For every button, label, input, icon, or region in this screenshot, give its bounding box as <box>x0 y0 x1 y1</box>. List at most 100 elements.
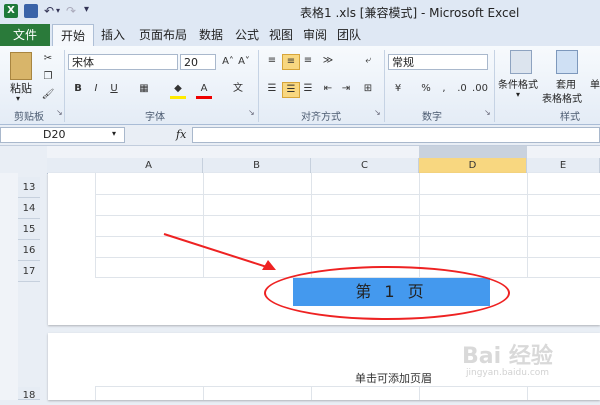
font-group-label: 字体 <box>145 112 165 123</box>
gridline <box>419 173 420 278</box>
column-header-c[interactable]: C <box>311 158 419 173</box>
paste-dropdown-icon[interactable]: ▾ <box>16 94 20 103</box>
divider <box>64 50 65 122</box>
fx-icon[interactable]: fx <box>176 128 186 141</box>
copy-icon[interactable]: ❐ <box>40 70 56 84</box>
gridline <box>527 386 528 400</box>
customize-toolbar-icon[interactable]: ▾ <box>84 4 89 15</box>
bold-button[interactable]: B <box>70 82 86 96</box>
row-header-13[interactable]: 13 <box>18 177 40 198</box>
clipboard-launcher-icon[interactable]: ↘ <box>56 108 63 117</box>
table-format-button-line1[interactable]: 套用 <box>556 76 576 91</box>
save-icon[interactable] <box>24 4 38 18</box>
gridline <box>95 386 96 400</box>
tab-insert[interactable]: 插入 <box>96 24 130 46</box>
watermark-url: jingyan.baidu.com <box>466 368 550 378</box>
tab-team[interactable]: 团队 <box>332 24 366 46</box>
increase-font-icon[interactable]: A˄ <box>220 55 236 69</box>
wrap-text-icon[interactable]: ⤶ <box>360 54 376 68</box>
paste-icon[interactable] <box>10 52 32 80</box>
align-right-icon[interactable]: ☰ <box>300 82 316 96</box>
align-middle-icon[interactable]: ≡ <box>282 54 300 70</box>
border-icon[interactable]: ▦ <box>136 82 152 96</box>
align-bottom-icon[interactable]: ≡ <box>300 54 316 68</box>
styles-group-label: 样式 <box>560 112 580 123</box>
paste-button[interactable]: 粘贴 <box>10 80 32 96</box>
highlight-ellipse <box>264 266 510 320</box>
column-header-a[interactable]: A <box>95 158 203 173</box>
gridline <box>95 386 600 387</box>
window-title: 表格1 .xls [兼容模式] - Microsoft Excel <box>300 6 520 20</box>
align-center-icon[interactable]: ☰ <box>282 82 300 98</box>
ruler-selection-highlight <box>419 146 527 158</box>
undo-icon[interactable]: ↶ <box>44 4 54 18</box>
row-header-16[interactable]: 16 <box>18 240 40 261</box>
conditional-format-button[interactable]: 条件格式 <box>498 76 538 91</box>
table-format-button-line2[interactable]: 表格格式 <box>542 90 582 105</box>
column-header-b[interactable]: B <box>203 158 311 173</box>
orientation-icon[interactable]: ≫ <box>320 54 336 68</box>
header-placeholder[interactable]: 单击可添加页眉 <box>355 370 432 386</box>
underline-button[interactable]: U <box>106 82 122 96</box>
row-header-17[interactable]: 17 <box>18 261 40 282</box>
undo-dropdown-icon[interactable]: ▾ <box>56 6 60 15</box>
tab-view[interactable]: 视图 <box>264 24 298 46</box>
divider <box>494 50 495 122</box>
format-painter-icon[interactable]: 🖌 <box>40 88 56 102</box>
number-launcher-icon[interactable]: ↘ <box>484 108 491 117</box>
row-header-14[interactable]: 14 <box>18 198 40 219</box>
conditional-format-dropdown-icon[interactable]: ▾ <box>516 90 520 99</box>
redo-icon[interactable]: ↷ <box>66 4 76 18</box>
name-box-dropdown-icon[interactable]: ▾ <box>112 129 116 138</box>
italic-button[interactable]: I <box>88 82 104 96</box>
gridline <box>95 194 600 195</box>
cell-styles-button[interactable]: 单 <box>590 76 600 91</box>
percent-button[interactable]: % <box>418 82 434 96</box>
column-headers: A B C D E <box>47 158 600 174</box>
ribbon-tabs: 文件 开始 插入 页面布局 数据 公式 视图 审阅 团队 <box>0 24 600 47</box>
tab-page-layout[interactable]: 页面布局 <box>134 24 192 46</box>
conditional-format-icon[interactable] <box>510 50 532 74</box>
number-format-select[interactable]: 常规 <box>388 54 488 70</box>
alignment-launcher-icon[interactable]: ↘ <box>374 108 381 117</box>
increase-indent-icon[interactable]: ⇥ <box>338 82 354 96</box>
phonetic-icon[interactable]: 文 <box>230 82 246 96</box>
row-header-15[interactable]: 15 <box>18 219 40 240</box>
cut-icon[interactable]: ✂ <box>40 52 56 66</box>
decrease-font-icon[interactable]: A˅ <box>236 55 252 69</box>
align-left-icon[interactable]: ☰ <box>264 82 280 96</box>
tab-formulas[interactable]: 公式 <box>230 24 264 46</box>
gridline <box>527 173 528 278</box>
font-size-select[interactable]: 20 <box>180 54 216 70</box>
annotation-arrow-icon <box>163 233 276 270</box>
decrease-indent-icon[interactable]: ⇤ <box>320 82 336 96</box>
column-header-d[interactable]: D <box>419 158 527 173</box>
row-header-18[interactable]: 18 <box>18 387 40 401</box>
tab-review[interactable]: 审阅 <box>298 24 332 46</box>
decrease-decimal-icon[interactable]: .00 <box>472 82 488 96</box>
align-top-icon[interactable]: ≡ <box>264 54 280 68</box>
divider <box>384 50 385 122</box>
accounting-format-icon[interactable]: ¥ <box>390 82 406 96</box>
gridline <box>419 386 420 400</box>
tab-home[interactable]: 开始 <box>52 24 94 47</box>
column-header-e[interactable]: E <box>527 158 600 173</box>
tab-file[interactable]: 文件 <box>0 24 50 46</box>
tab-data[interactable]: 数据 <box>194 24 228 46</box>
name-box[interactable]: D20 <box>0 127 125 143</box>
alignment-group-label: 对齐方式 <box>301 112 341 123</box>
watermark-logo: Bai 经验 <box>462 344 553 369</box>
divider <box>258 50 259 122</box>
font-family-select[interactable]: 宋体 <box>68 54 178 70</box>
gridline <box>311 173 312 278</box>
fill-color-icon[interactable]: ◆ <box>170 82 186 99</box>
gridline <box>95 173 96 278</box>
increase-decimal-icon[interactable]: .0 <box>454 82 470 96</box>
merge-center-icon[interactable]: ⊞ <box>360 82 376 96</box>
font-launcher-icon[interactable]: ↘ <box>248 108 255 117</box>
comma-style-button[interactable]: , <box>436 82 452 96</box>
font-color-icon[interactable]: A <box>196 82 212 99</box>
table-format-icon[interactable] <box>556 50 578 74</box>
title-bar: X ↶ ▾ ↷ ▾ 表格1 .xls [兼容模式] - Microsoft Ex… <box>0 0 600 25</box>
formula-input[interactable] <box>192 127 600 143</box>
